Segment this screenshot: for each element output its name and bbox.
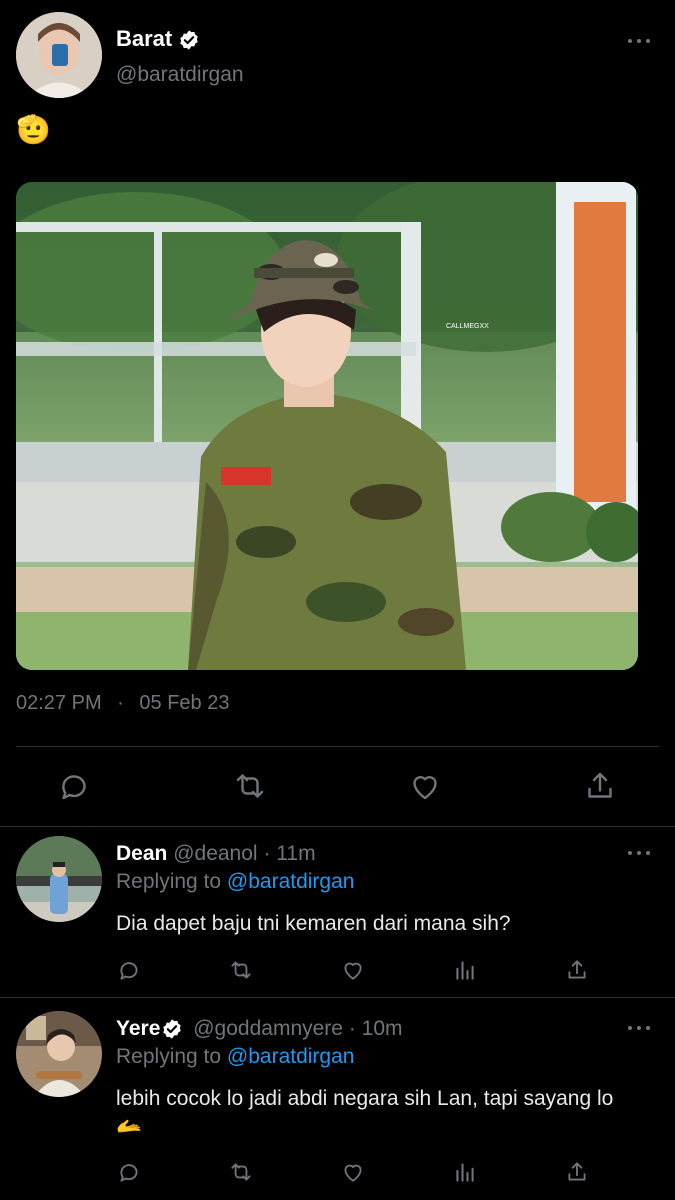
reply-avatar[interactable]: [16, 1011, 102, 1097]
share-icon[interactable]: [582, 768, 618, 804]
retweet-icon[interactable]: [232, 768, 268, 804]
reply-avatar[interactable]: [16, 836, 102, 922]
more-options-icon[interactable]: [628, 1023, 652, 1033]
reply-emoji: 🫴: [116, 1115, 143, 1138]
divider: [0, 826, 675, 827]
tweet-photo[interactable]: CALLMEGXX: [16, 182, 638, 670]
verified-badge-icon: [163, 1019, 182, 1040]
replying-to: Replying to @baratdirgan: [116, 870, 355, 893]
more-options-icon[interactable]: [628, 848, 652, 858]
reply-text: Dia dapet baju tni kemaren dari mana sih…: [116, 912, 511, 935]
analytics-icon[interactable]: [452, 957, 478, 983]
replying-to-link[interactable]: @baratdirgan: [227, 870, 355, 893]
reply-time[interactable]: · 10m: [349, 1017, 403, 1040]
reply-text: lebih cocok lo jadi abdi negara sih Lan,…: [116, 1087, 614, 1138]
retweet-icon[interactable]: [228, 957, 254, 983]
tweet-text: 🫡: [16, 114, 51, 145]
reply-author-name[interactable]: Yere: [116, 1017, 160, 1040]
photo-watermark: CALLMEGXX: [446, 323, 489, 330]
share-icon[interactable]: [564, 1159, 590, 1185]
reply-header: Dean @deanol · 11m: [116, 842, 316, 866]
replying-to-link[interactable]: @baratdirgan: [227, 1045, 355, 1068]
reply-icon[interactable]: [116, 1159, 142, 1185]
more-options-icon[interactable]: [628, 36, 652, 46]
reply-author-handle[interactable]: @goddamnyere: [193, 1017, 343, 1040]
reply-icon[interactable]: [116, 957, 142, 983]
retweet-icon[interactable]: [228, 1159, 254, 1185]
like-icon[interactable]: [407, 768, 443, 804]
author-name[interactable]: Barat: [116, 26, 200, 52]
share-icon[interactable]: [564, 957, 590, 983]
verified-badge-icon: [180, 30, 199, 50]
like-icon[interactable]: [340, 1159, 366, 1185]
divider: [16, 746, 659, 747]
author-handle[interactable]: @baratdirgan: [116, 63, 244, 87]
like-icon[interactable]: [340, 957, 366, 983]
author-avatar[interactable]: [16, 12, 102, 98]
analytics-icon[interactable]: [452, 1159, 478, 1185]
reply-icon[interactable]: [56, 768, 92, 804]
reply-author-handle[interactable]: @deanol: [173, 842, 257, 865]
tweet-timestamp[interactable]: 02:27 PM · 05 Feb 23: [16, 692, 229, 715]
replying-to: Replying to @baratdirgan: [116, 1045, 355, 1068]
reply-author-name[interactable]: Dean: [116, 842, 167, 865]
divider: [0, 997, 675, 998]
reply-time[interactable]: · 11m: [263, 842, 315, 865]
reply-header: Yere @goddamnyere · 10m: [116, 1017, 403, 1041]
